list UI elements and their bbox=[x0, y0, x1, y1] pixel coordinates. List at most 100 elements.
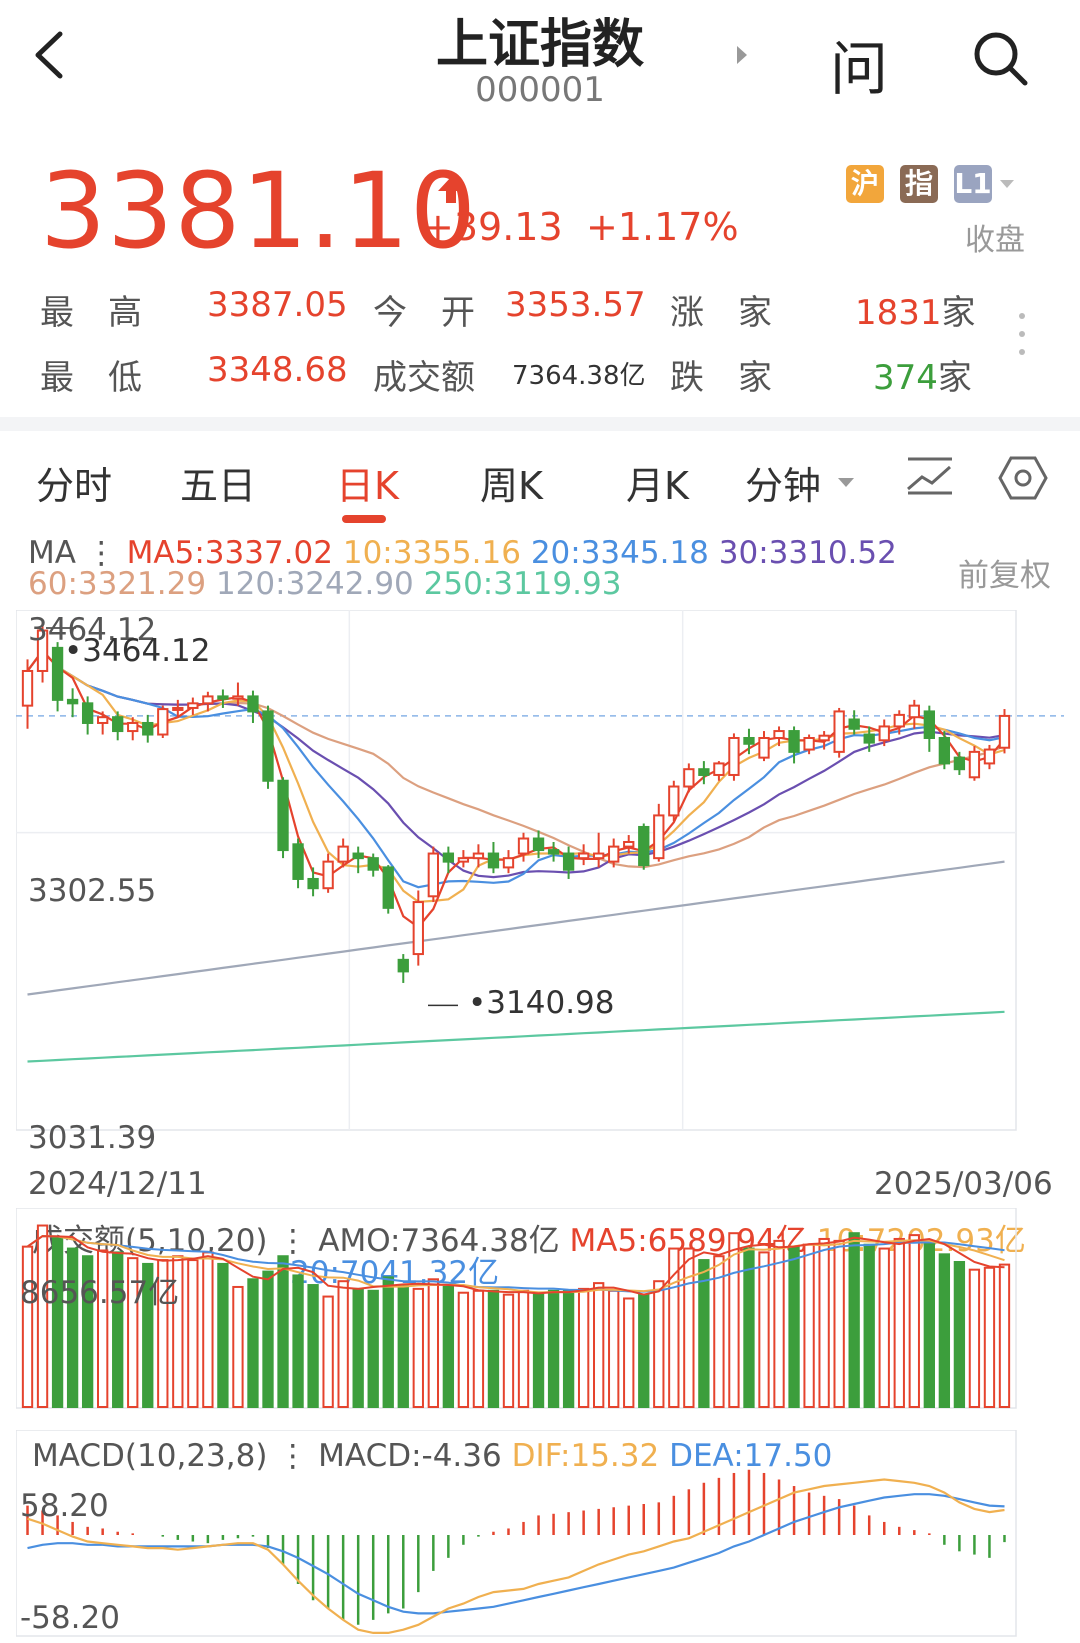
last-price: 3381.10 bbox=[40, 150, 478, 272]
tab-monthly-k[interactable]: 月K bbox=[626, 455, 689, 510]
candle-body bbox=[758, 736, 770, 759]
stat-label-turnover: 成交额 bbox=[373, 358, 475, 398]
volume-bar bbox=[893, 1237, 905, 1408]
candle-body bbox=[292, 843, 304, 880]
candle-body bbox=[788, 730, 800, 753]
volume-bar bbox=[247, 1278, 259, 1408]
volume-bar bbox=[818, 1237, 830, 1408]
chevron-down-icon[interactable] bbox=[836, 475, 856, 489]
volume-bar bbox=[878, 1247, 890, 1409]
candle-body bbox=[938, 736, 951, 765]
y-axis-label-bottom: 3031.39 bbox=[28, 1120, 157, 1156]
volume-bar bbox=[547, 1289, 560, 1408]
candle-body bbox=[412, 901, 424, 956]
volume-bar bbox=[367, 1289, 379, 1408]
candle-body bbox=[337, 845, 349, 863]
stat-label-high: 最 高 bbox=[40, 293, 142, 333]
settings-icon[interactable] bbox=[998, 455, 1048, 501]
candlestick-chart[interactable] bbox=[16, 610, 1064, 1156]
candle-body bbox=[998, 714, 1011, 749]
advancers-suffix: 家 bbox=[941, 293, 976, 333]
candle-body bbox=[157, 708, 169, 736]
volume-bar bbox=[803, 1243, 815, 1408]
ma5-line bbox=[26, 649, 1006, 929]
volume-bar bbox=[562, 1289, 575, 1408]
ask-button[interactable]: 问 bbox=[830, 22, 888, 106]
volume-bar bbox=[352, 1287, 364, 1408]
volume-bar bbox=[968, 1268, 981, 1409]
tab-weekly-k[interactable]: 周K bbox=[480, 455, 543, 510]
ma250-value: 250:3119.93 bbox=[423, 566, 622, 602]
volume-bar bbox=[638, 1293, 650, 1408]
candle-body bbox=[382, 866, 394, 909]
macd-chart[interactable] bbox=[16, 1430, 1064, 1640]
candle-body bbox=[638, 825, 650, 867]
volume-bar bbox=[337, 1280, 349, 1408]
candle-body bbox=[81, 702, 94, 724]
volume-bar bbox=[938, 1253, 951, 1408]
candle-body bbox=[127, 721, 139, 733]
adjustment-label[interactable]: 前复权 bbox=[958, 550, 1051, 595]
candle-body bbox=[608, 845, 620, 863]
volume-bar bbox=[202, 1251, 214, 1409]
volume-bar bbox=[923, 1241, 935, 1408]
decliners-count: 374 bbox=[873, 358, 938, 398]
candle-body bbox=[202, 695, 214, 705]
candle-body bbox=[698, 768, 710, 776]
stat-label-low: 最 低 bbox=[40, 358, 142, 398]
caret-right-icon[interactable] bbox=[735, 44, 749, 66]
candle-body bbox=[863, 733, 875, 744]
up-arrow-icon bbox=[438, 177, 464, 203]
candle-body bbox=[352, 852, 364, 860]
tab-daily-k[interactable]: 日K bbox=[336, 455, 399, 510]
volume-bar bbox=[442, 1285, 455, 1408]
candle-body bbox=[442, 852, 455, 863]
candle-body bbox=[547, 849, 560, 855]
level-dropdown-icon[interactable] bbox=[998, 177, 1016, 191]
candle-body bbox=[983, 748, 996, 765]
volume-bar bbox=[187, 1259, 199, 1408]
candle-body bbox=[953, 756, 966, 771]
macd-frame bbox=[16, 1430, 1017, 1637]
candle-body bbox=[773, 730, 785, 739]
market-status: 收盘 bbox=[965, 223, 1025, 258]
ma10-line bbox=[26, 649, 1005, 903]
stat-value-turnover: 7364.38亿 bbox=[512, 361, 646, 391]
candle-body bbox=[713, 762, 725, 776]
volume-bar bbox=[427, 1278, 439, 1408]
search-icon[interactable] bbox=[972, 30, 1030, 88]
volume-bar bbox=[277, 1255, 289, 1408]
ma20-line bbox=[26, 649, 1005, 889]
tab-five-day[interactable]: 五日 bbox=[180, 455, 256, 510]
volume-axis-label: 8656.57亿 bbox=[20, 1275, 180, 1311]
volume-bar bbox=[908, 1234, 920, 1409]
candle-body bbox=[247, 695, 259, 713]
candle-body bbox=[66, 698, 79, 705]
level-badge[interactable]: L1 bbox=[954, 165, 992, 203]
more-icon[interactable] bbox=[1016, 310, 1028, 358]
ma120-value: 120:3242.90 bbox=[215, 566, 414, 602]
candle-body bbox=[262, 710, 274, 782]
drawing-tool-icon[interactable] bbox=[904, 455, 956, 497]
tab-intraday[interactable]: 分时 bbox=[36, 455, 112, 510]
candle-body bbox=[878, 725, 890, 742]
tab-minute[interactable]: 分钟 bbox=[745, 455, 821, 510]
volume-bar bbox=[683, 1247, 695, 1409]
volume-bar bbox=[653, 1280, 665, 1408]
low-annotation: •3140.98 bbox=[468, 985, 615, 1021]
candle-body bbox=[893, 713, 905, 728]
macd-axis-label-bottom: -58.20 bbox=[20, 1600, 120, 1636]
volume-bar bbox=[532, 1293, 545, 1408]
candle-body bbox=[623, 840, 635, 848]
volume-bar bbox=[773, 1239, 785, 1408]
stat-label-decliners: 跌 家 bbox=[670, 358, 772, 398]
candle-body bbox=[968, 750, 981, 779]
candle-body bbox=[668, 785, 680, 817]
candle-body bbox=[187, 702, 199, 709]
volume-bar bbox=[36, 1224, 49, 1408]
ma-legend-line-2: 60:3321.29 120:3242.90 250:3119.93 bbox=[28, 566, 621, 602]
candle-body bbox=[653, 814, 665, 860]
candle-body bbox=[112, 716, 124, 733]
candle-body bbox=[21, 669, 34, 707]
volume-bar bbox=[457, 1291, 470, 1408]
